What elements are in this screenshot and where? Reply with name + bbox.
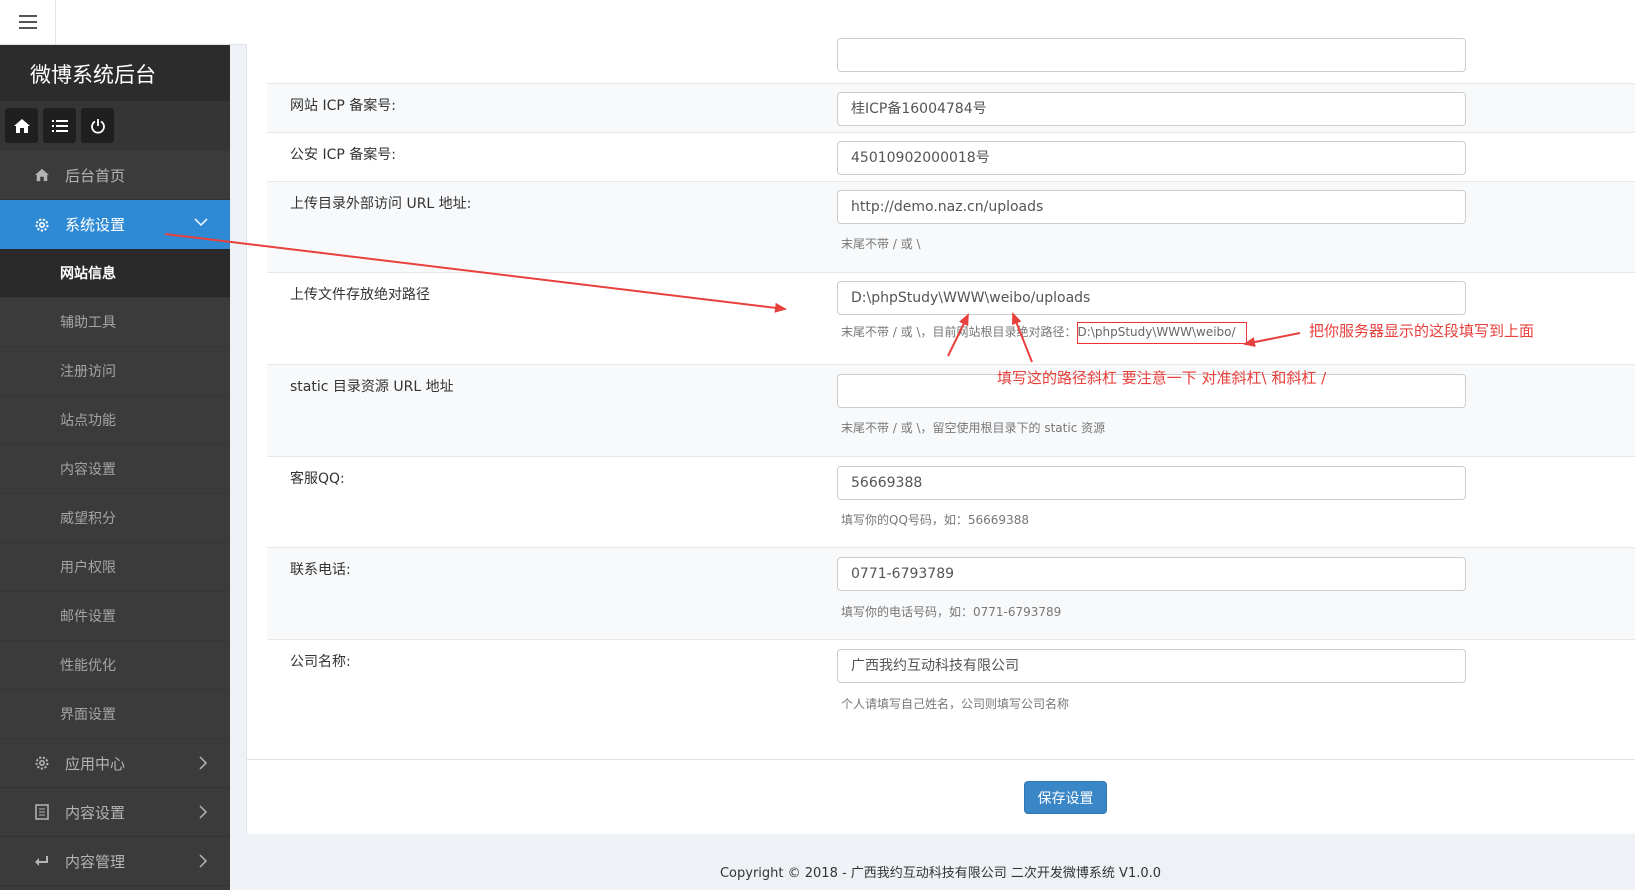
sub-item-register-access[interactable]: 注册访问 [0, 347, 230, 396]
form-row-static: static 目录资源 URL 地址 末尾不带 / 或 \，留空使用根目录下的 … [267, 365, 1635, 457]
nav-item-label: 后台首页 [65, 166, 126, 185]
home-icon [33, 166, 51, 184]
sub-item-mail-settings[interactable]: 邮件设置 [0, 592, 230, 641]
nav-item-label: 内容管理 [65, 852, 126, 871]
upload-path-hint-text: 末尾不带 / 或 \，目前网站根目录绝对路径： [841, 325, 1077, 339]
police-input[interactable]: 45010902000018号 [837, 141, 1466, 175]
sub-item-user-permissions[interactable]: 用户权限 [0, 543, 230, 592]
upload-path-root: D:\phpStudy\WWW\weibo/ [1076, 322, 1247, 344]
sub-item-performance[interactable]: 性能优化 [0, 641, 230, 690]
form-row-phone: 联系电话: 0771-6793789 填写你的电话号码，如：0771-67937… [267, 548, 1635, 640]
sub-item-site-features[interactable]: 站点功能 [0, 396, 230, 445]
partial-field[interactable] [837, 38, 1466, 72]
phone-hint: 填写你的电话号码，如：0771-6793789 [841, 605, 1062, 619]
nav-item-dashboard[interactable]: 后台首页 [0, 151, 230, 200]
nav-item-label: 内容设置 [65, 803, 126, 822]
upload-path-input[interactable]: D:\phpStudy\WWW\weibo/uploads [837, 281, 1466, 315]
phone-label: 联系电话: [290, 562, 351, 578]
settings-panel: 网站 ICP 备案号: 桂ICP备16004784号 公安 ICP 备案号: 4… [246, 38, 1635, 834]
sub-item-interface-settings[interactable]: 界面设置 [0, 690, 230, 739]
sub-item-content-settings[interactable]: 内容设置 [0, 445, 230, 494]
upload-path-label: 上传文件存放绝对路径 [290, 287, 430, 303]
reply-icon [33, 852, 51, 870]
list-icon [51, 119, 68, 132]
form-actions: 保存设置 [247, 759, 1635, 834]
nav-item-label: 系统设置 [65, 216, 126, 234]
chevron-right-icon [199, 854, 208, 868]
upload-url-label: 上传目录外部访问 URL 地址: [290, 196, 472, 212]
nav-item-content-settings[interactable]: 内容设置 [0, 788, 230, 837]
nav-item-label: 应用中心 [65, 754, 126, 773]
company-input[interactable]: 广西我约互动科技有限公司 [837, 649, 1466, 683]
sidebar: 微博系统后台 后台首页 系统设置 网站信息 辅助工具 注册访问 站点功能 内容设… [0, 45, 230, 890]
gear-icon [33, 754, 51, 772]
form-row-icp: 网站 ICP 备案号: 桂ICP备16004784号 [267, 84, 1635, 133]
sub-item-tools[interactable]: 辅助工具 [0, 298, 230, 347]
sub-item-points[interactable]: 威望积分 [0, 494, 230, 543]
upload-path-hint: 末尾不带 / 或 \，目前网站根目录绝对路径：D:\phpStudy\WWW\w… [841, 322, 1247, 344]
phone-input[interactable]: 0771-6793789 [837, 557, 1466, 591]
upload-url-input[interactable]: http://demo.naz.cn/uploads [837, 190, 1466, 224]
home-icon [13, 118, 30, 133]
logout-quick-button[interactable] [81, 108, 114, 143]
power-icon [90, 118, 105, 134]
form-row-company: 公司名称: 广西我约互动科技有限公司 个人请填写自己姓名，公司则填写公司名称 [267, 640, 1635, 759]
nav-item-app-center[interactable]: 应用中心 [0, 739, 230, 788]
brand-title: 微博系统后台 [0, 45, 230, 101]
company-hint: 个人请填写自己姓名，公司则填写公司名称 [841, 697, 1070, 711]
sub-item-site-info[interactable]: 网站信息 [0, 249, 230, 298]
qq-label: 客服QQ: [290, 471, 345, 487]
document-icon [33, 803, 51, 821]
qq-hint: 填写你的QQ号码，如：56669388 [841, 513, 1029, 527]
menu-toggle-button[interactable] [0, 0, 56, 44]
home-quick-button[interactable] [5, 108, 38, 143]
chevron-right-icon [199, 805, 208, 819]
form-row-upload-path: 上传文件存放绝对路径 D:\phpStudy\WWW\weibo/uploads… [267, 273, 1635, 365]
form-row-qq: 客服QQ: 56669388 填写你的QQ号码，如：56669388 [267, 457, 1635, 548]
list-quick-button[interactable] [43, 108, 76, 143]
annotation-note-slash: 填写这的路径斜杠 要注意一下 对准斜杠\ 和斜杠 / [997, 369, 1327, 387]
static-label: static 目录资源 URL 地址 [290, 379, 454, 395]
form-row-partial [267, 38, 1635, 84]
save-button[interactable]: 保存设置 [1024, 781, 1107, 814]
icp-input[interactable]: 桂ICP备16004784号 [837, 92, 1466, 126]
form-row-police: 公安 ICP 备案号: 45010902000018号 [267, 133, 1635, 182]
company-label: 公司名称: [290, 654, 351, 670]
chevron-right-icon [199, 756, 208, 770]
gear-icon [33, 216, 51, 234]
chevron-down-icon [194, 218, 208, 227]
quick-actions [0, 101, 230, 151]
form-row-upload-url: 上传目录外部访问 URL 地址: http://demo.naz.cn/uplo… [267, 182, 1635, 273]
upload-url-hint: 末尾不带 / 或 \ [841, 237, 921, 251]
police-label: 公安 ICP 备案号: [290, 147, 396, 163]
copyright: Copyright © 2018 - 广西我约互动科技有限公司 二次开发微博系统… [719, 866, 1162, 881]
icp-label: 网站 ICP 备案号: [290, 98, 396, 114]
annotation-note-right: 把你服务器显示的这段填写到上面 [1309, 322, 1535, 340]
nav-item-content-management[interactable]: 内容管理 [0, 837, 230, 886]
nav-item-system-settings[interactable]: 系统设置 [0, 200, 230, 249]
qq-input[interactable]: 56669388 [837, 466, 1466, 500]
hamburger-icon [18, 15, 37, 29]
static-hint: 末尾不带 / 或 \，留空使用根目录下的 static 资源 [841, 421, 1106, 435]
